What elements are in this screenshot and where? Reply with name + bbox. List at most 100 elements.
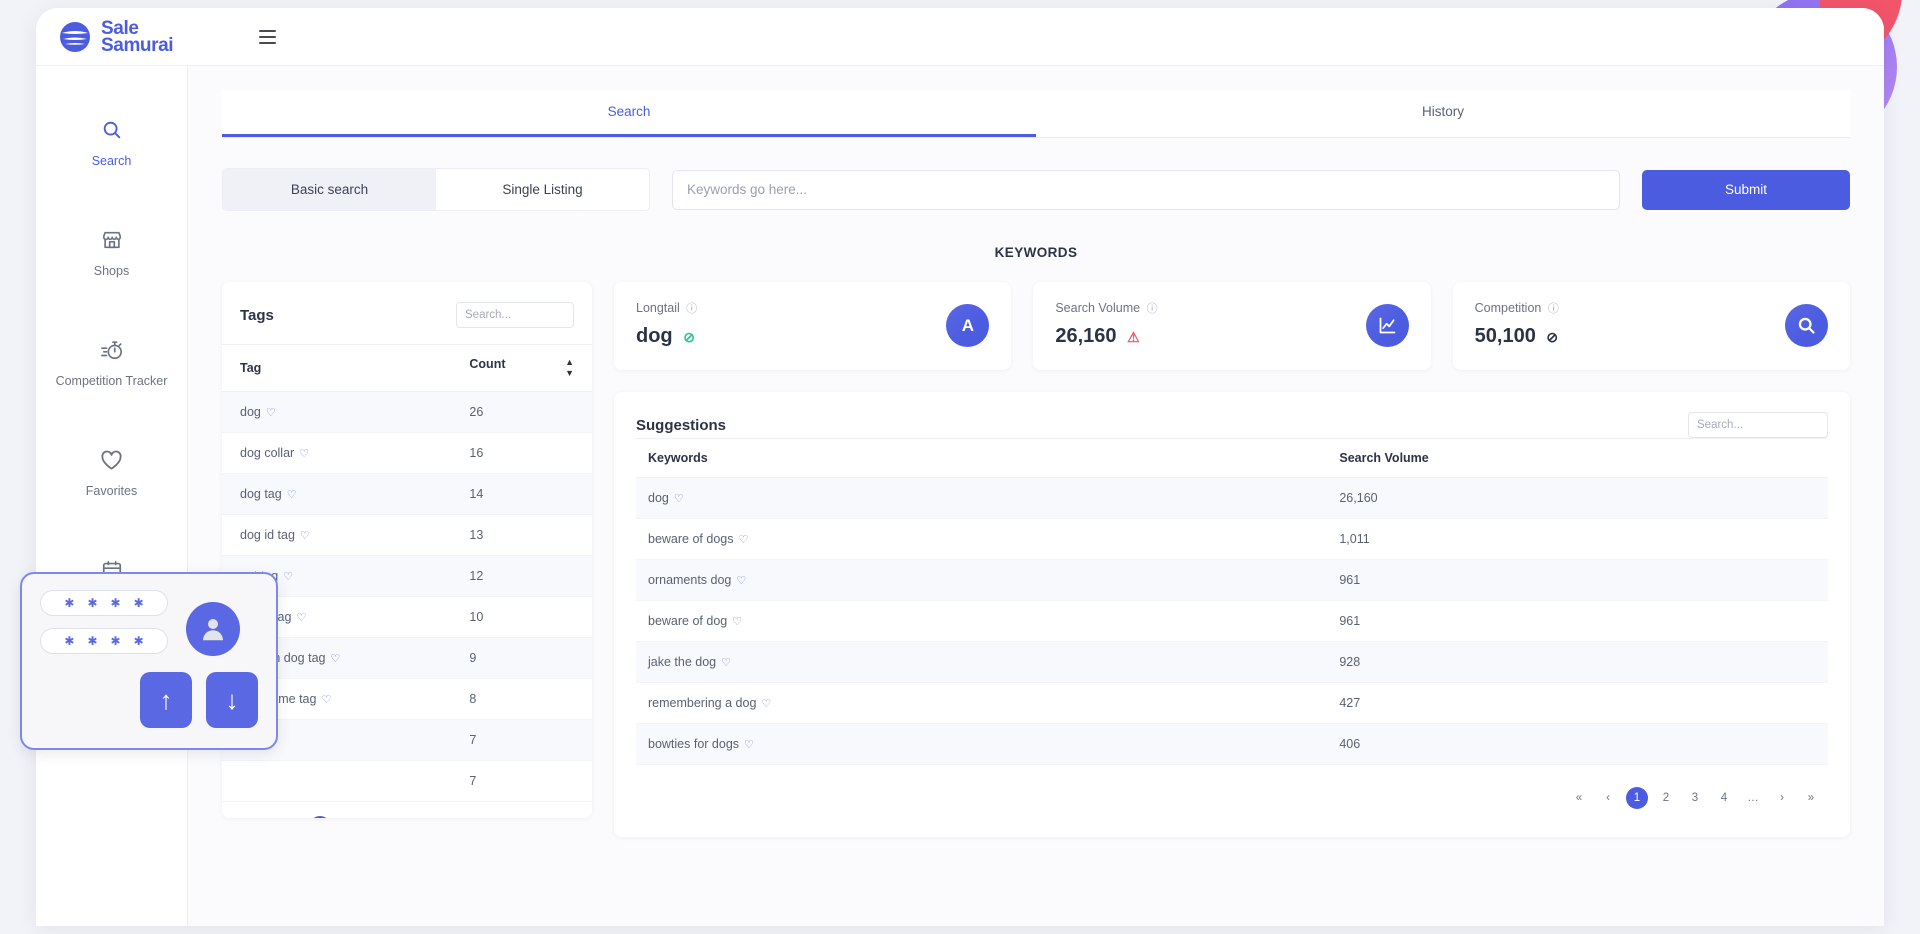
favorite-heart-icon[interactable]: ♡ [299, 448, 309, 460]
table-row[interactable]: ornaments dog ♡ 961 [636, 560, 1828, 601]
segment-basic-search[interactable]: Basic search [223, 169, 436, 210]
favorite-heart-icon[interactable]: ♡ [761, 698, 771, 710]
page-2[interactable]: 2 [1655, 787, 1677, 809]
page-last[interactable]: » [1800, 787, 1822, 809]
sidebar-item-search[interactable]: Search [36, 102, 187, 190]
keyword-cell: dog ♡ [636, 478, 1327, 519]
stat-value-text: dog [636, 325, 673, 347]
favorite-heart-icon[interactable]: ♡ [738, 534, 748, 546]
table-row[interactable]: bowties for dogs♡406 [636, 724, 1828, 765]
keywords-heading: KEYWORDS [222, 245, 1850, 260]
stat-label-competition: Competition ⓘ [1475, 300, 1559, 316]
samurai-logo-icon [58, 20, 92, 54]
page-4[interactable]: 4 [1713, 787, 1735, 809]
table-row[interactable]: 7 [222, 761, 592, 802]
tag-cell: dog id tag♡ [222, 515, 451, 556]
count-cell: 26 [451, 392, 592, 433]
mask-dot-icon: ✱ [134, 635, 144, 647]
segment-single-listing[interactable]: Single Listing [436, 169, 649, 210]
page-prev[interactable]: ‹ [1597, 787, 1619, 809]
keyword-label: dog [648, 491, 669, 505]
floating-login-widget[interactable]: ✱ ✱ ✱ ✱ ✱ ✱ ✱ ✱ ↑ ↓ [20, 572, 278, 750]
count-cell: 8 [451, 679, 592, 720]
page-1[interactable]: 1 [1626, 787, 1648, 809]
volume-cell: 961 [1327, 560, 1828, 601]
sidebar-item-favorites[interactable]: Favorites [36, 432, 187, 520]
arrow-down-button[interactable]: ↓ [206, 672, 258, 728]
favorite-heart-icon[interactable]: ♡ [721, 657, 731, 669]
keyword-cell: ornaments dog ♡ [636, 560, 1327, 601]
tags-col-tag[interactable]: Tag [222, 345, 451, 392]
table-row[interactable]: jake the dog♡928 [636, 642, 1828, 683]
tab-history[interactable]: History [1036, 90, 1850, 137]
favorite-heart-icon[interactable]: ♡ [296, 612, 306, 624]
tag-label: dog [240, 405, 261, 419]
suggestions-search-input[interactable] [1688, 412, 1828, 438]
sidebar-item-competition-tracker[interactable]: Competition Tracker [36, 322, 187, 410]
table-row[interactable]: dog id tag♡13 [222, 515, 592, 556]
hamburger-menu-icon[interactable] [259, 30, 276, 44]
suggestions-panel: Suggestions Keywords Search Volume [614, 392, 1850, 837]
favorite-heart-icon[interactable]: ♡ [283, 571, 293, 583]
suggestions-table-body: dog ♡ 26,160 beware of dogs♡1,011 ornament… [636, 478, 1828, 765]
page-1[interactable]: 1 [309, 816, 331, 818]
stat-card-longtail: Longtail ⓘ dog ⊘ A [614, 282, 1011, 370]
info-icon[interactable]: ⓘ [1147, 303, 1158, 315]
table-row[interactable]: beware of dogs♡1,011 [636, 519, 1828, 560]
search-mode-toggle: Basic search Single Listing [222, 168, 650, 211]
stat-card-competition: Competition ⓘ 50,100 ⊘ [1453, 282, 1850, 370]
info-icon[interactable]: ⓘ [1548, 303, 1559, 315]
content-area: Tags Tag Count ▲▼ [222, 282, 1850, 837]
page-3[interactable]: 3 [367, 816, 389, 818]
tag-label: dog collar [240, 446, 294, 460]
brand-line-1: Sale [101, 20, 173, 37]
username-masked-field[interactable]: ✱ ✱ ✱ ✱ [40, 590, 168, 616]
count-cell: 16 [451, 433, 592, 474]
table-row[interactable]: dog tag♡14 [222, 474, 592, 515]
table-row[interactable]: remembering a dog♡427 [636, 683, 1828, 724]
letter-a-icon: A [946, 304, 989, 347]
keyword-label: ornaments dog [648, 573, 731, 587]
table-row[interactable]: dog ♡ 26,160 [636, 478, 1828, 519]
favorite-heart-icon[interactable]: ♡ [321, 694, 331, 706]
mask-dot-icon: ✱ [134, 597, 144, 609]
keyword-search-input[interactable] [672, 170, 1620, 210]
stat-card-search-volume: Search Volume ⓘ 26,160 ⚠ [1033, 282, 1430, 370]
favorite-heart-icon[interactable]: ♡ [266, 407, 276, 419]
favorite-heart-icon[interactable]: ♡ [736, 575, 746, 587]
tags-search-input[interactable] [456, 302, 574, 328]
favorite-heart-icon[interactable]: ♡ [330, 653, 340, 665]
main-content: Search History Basic search Single Listi… [188, 66, 1884, 926]
favorite-heart-icon[interactable]: ♡ [674, 493, 684, 505]
table-row[interactable]: dog collar ♡ 16 [222, 433, 592, 474]
stat-value-longtail: dog ⊘ [636, 325, 697, 348]
favorite-heart-icon[interactable]: ♡ [287, 489, 297, 501]
password-masked-field[interactable]: ✱ ✱ ✱ ✱ [40, 628, 168, 654]
page-last[interactable]: » [483, 816, 505, 818]
page-4[interactable]: 4 [396, 816, 418, 818]
stat-value-competition: 50,100 ⊘ [1475, 325, 1559, 348]
volume-cell: 26,160 [1327, 478, 1828, 519]
table-row[interactable]: dog ♡ 26 [222, 392, 592, 433]
sort-icon[interactable]: ▲▼ [565, 357, 574, 379]
arrow-up-button[interactable]: ↑ [140, 672, 192, 728]
brand-logo[interactable]: Sale Samurai [58, 20, 173, 54]
page-2[interactable]: 2 [338, 816, 360, 818]
favorite-heart-icon[interactable]: ♡ [300, 530, 310, 542]
suggestions-pagination: « ‹ 1 2 3 4 … › » [636, 765, 1828, 823]
page-next[interactable]: › [1771, 787, 1793, 809]
widget-arrow-buttons: ↑ ↓ [140, 672, 258, 728]
info-icon[interactable]: ⓘ [686, 303, 697, 315]
page-3[interactable]: 3 [1684, 787, 1706, 809]
favorite-heart-icon[interactable]: ♡ [744, 739, 754, 751]
tab-search[interactable]: Search [222, 90, 1036, 137]
tags-col-count[interactable]: Count ▲▼ [451, 345, 592, 392]
magnifier-icon [1785, 304, 1828, 347]
submit-button[interactable]: Submit [1642, 170, 1850, 210]
page-first[interactable]: « [1568, 787, 1590, 809]
page-next[interactable]: › [454, 816, 476, 818]
favorite-heart-icon[interactable]: ♡ [732, 616, 742, 628]
sidebar-item-shops[interactable]: Shops [36, 212, 187, 300]
volume-cell: 427 [1327, 683, 1828, 724]
table-row[interactable]: beware of dog♡961 [636, 601, 1828, 642]
